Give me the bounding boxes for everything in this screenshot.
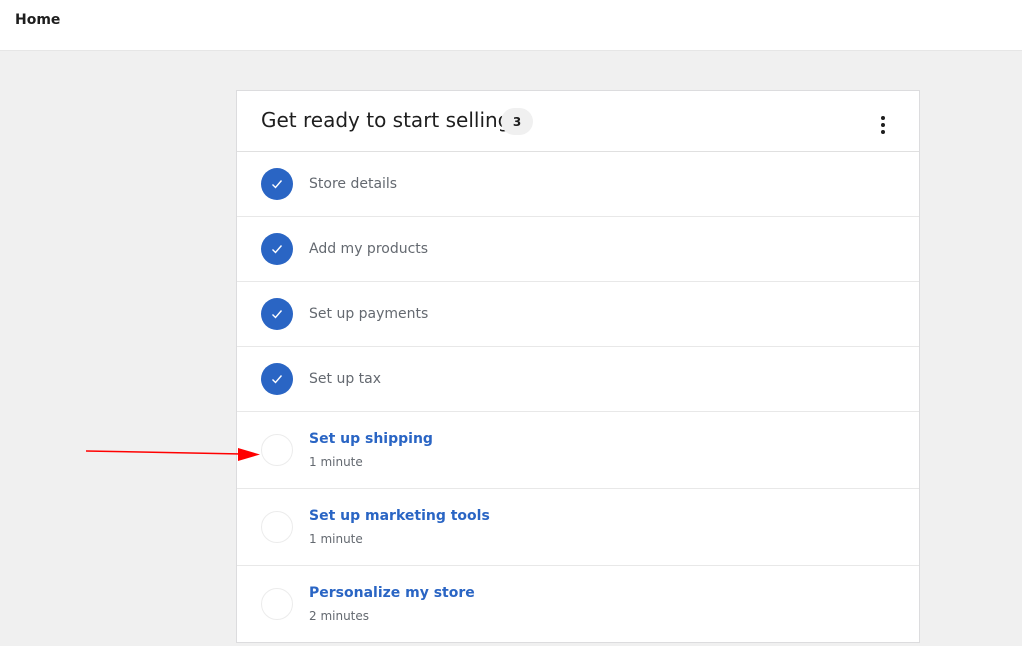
check-icon — [261, 168, 293, 200]
incomplete-circle-icon — [261, 434, 293, 466]
task-label: Personalize my store — [309, 585, 475, 601]
task-add-products[interactable]: Add my products — [237, 217, 919, 282]
more-vertical-icon — [881, 116, 885, 120]
task-set-up-shipping[interactable]: Set up shipping 1 minute — [237, 412, 919, 489]
task-label: Set up shipping — [309, 431, 433, 447]
setup-checklist-card: Get ready to start selling 3 Store detai… — [236, 90, 920, 643]
task-set-up-tax[interactable]: Set up tax — [237, 347, 919, 412]
task-store-details[interactable]: Store details — [237, 152, 919, 217]
task-label: Add my products — [309, 241, 429, 257]
card-header: Get ready to start selling 3 — [237, 91, 919, 152]
more-vertical-icon — [881, 123, 885, 127]
task-set-up-marketing-tools[interactable]: Set up marketing tools 1 minute — [237, 489, 919, 566]
task-label: Set up tax — [309, 371, 382, 387]
task-label: Store details — [309, 176, 398, 192]
incomplete-circle-icon — [261, 588, 293, 620]
page-title: Home — [15, 12, 61, 28]
incomplete-circle-icon — [261, 511, 293, 543]
task-set-up-payments[interactable]: Set up payments — [237, 282, 919, 347]
check-icon — [261, 298, 293, 330]
task-label: Set up payments — [309, 306, 429, 322]
top-bar: Home — [0, 0, 1022, 51]
more-vertical-icon — [881, 130, 885, 134]
task-label: Set up marketing tools — [309, 508, 490, 524]
annotation-arrow-icon — [85, 448, 260, 461]
check-icon — [261, 233, 293, 265]
card-title: Get ready to start selling — [261, 108, 511, 132]
remaining-count-badge: 3 — [501, 108, 533, 135]
task-time-estimate: 1 minute — [309, 532, 363, 546]
task-personalize-store[interactable]: Personalize my store 2 minutes — [237, 566, 919, 643]
more-options-button[interactable] — [871, 111, 895, 139]
check-icon — [261, 363, 293, 395]
task-time-estimate: 1 minute — [309, 455, 363, 469]
task-time-estimate: 2 minutes — [309, 609, 370, 623]
